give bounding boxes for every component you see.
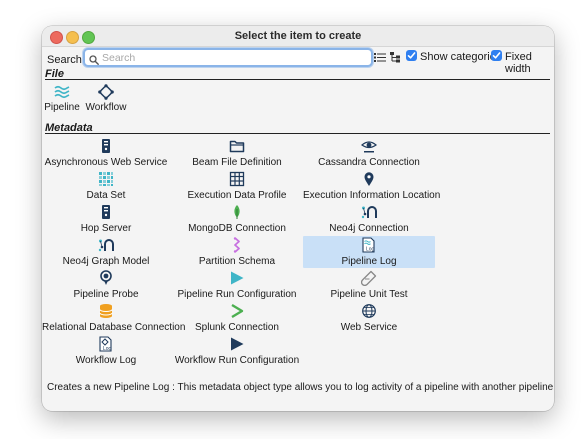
item-label: Pipeline Unit Test	[330, 289, 408, 300]
item-mongodb-connection[interactable]: MongoDB Connection	[171, 203, 303, 235]
async-web-service-icon	[98, 138, 114, 154]
item-execution-information-location[interactable]: Execution Information Location	[303, 170, 441, 202]
server-icon	[98, 204, 114, 220]
location-pin-icon	[361, 171, 377, 187]
item-neo4j-connection[interactable]: Neo4j Connection	[303, 203, 435, 235]
pipeline-icon	[54, 84, 70, 100]
item-description: Creates a new Pipeline Log : This metada…	[47, 382, 554, 393]
item-neo4j-graph-model[interactable]: Neo4j Graph Model	[42, 236, 170, 268]
item-label: Data Set	[86, 190, 126, 201]
create-item-dialog: Select the item to create Search: Search…	[42, 26, 554, 411]
item-asynchronous-web-service[interactable]: Asynchronous Web Service	[42, 137, 170, 169]
data-set-icon	[98, 171, 114, 187]
item-partition-schema[interactable]: Partition Schema	[171, 236, 303, 268]
item-data-set[interactable]: Data Set	[42, 170, 170, 202]
file-section-divider	[45, 79, 550, 80]
item-label: Execution Data Profile	[187, 190, 287, 201]
item-label: Workflow	[85, 102, 127, 113]
partition-icon	[229, 237, 245, 253]
item-workflow-log[interactable]: Log Workflow Log	[42, 335, 170, 367]
item-label: Neo4j Graph Model	[62, 256, 150, 267]
item-label: Relational Database Connection	[42, 322, 186, 333]
item-label: Workflow Log	[75, 355, 137, 366]
item-pipeline[interactable]: Pipeline	[42, 82, 82, 116]
item-label: Splunk Connection	[195, 322, 279, 333]
item-hop-server[interactable]: Hop Server	[42, 203, 170, 235]
workflow-icon	[98, 84, 114, 100]
item-label: Partition Schema	[198, 256, 276, 267]
item-cassandra-connection[interactable]: Cassandra Connection	[303, 137, 435, 169]
item-label: Pipeline Log	[341, 256, 397, 267]
item-label: Pipeline Probe	[73, 289, 139, 300]
search-toolbar: Search: Search Show categories Fixed wid…	[42, 46, 554, 75]
item-relational-database-connection[interactable]: Relational Database Connection	[42, 302, 186, 334]
item-pipeline-log[interactable]: Log Pipeline Log	[303, 236, 435, 268]
item-label: Workflow Run Configuration	[174, 355, 300, 366]
item-label: Web Service	[340, 322, 398, 333]
svg-text:Log: Log	[366, 247, 375, 253]
item-label: Hop Server	[80, 223, 132, 234]
list-view-icon[interactable]	[374, 50, 386, 68]
search-label: Search:	[47, 54, 85, 66]
search-input[interactable]	[102, 50, 362, 65]
show-categories-label[interactable]: Show categories	[420, 51, 501, 63]
fixed-width-label[interactable]: Fixed width	[505, 51, 554, 75]
item-execution-data-profile[interactable]: Execution Data Profile	[171, 170, 303, 202]
item-beam-file-definition[interactable]: Beam File Definition	[171, 137, 303, 169]
fixed-width-checkbox[interactable]	[491, 50, 502, 61]
item-label: MongoDB Connection	[188, 223, 286, 234]
item-splunk-connection[interactable]: Splunk Connection	[171, 302, 303, 334]
item-pipeline-unit-test[interactable]: Pipeline Unit Test	[303, 269, 435, 301]
probe-icon	[98, 270, 114, 286]
metadata-section-divider	[45, 133, 550, 134]
item-label: Asynchronous Web Service	[44, 157, 168, 168]
search-icon	[89, 52, 99, 70]
tree-view-icon[interactable]	[390, 50, 402, 68]
folder-icon	[229, 138, 245, 154]
pipeline-log-icon: Log	[361, 237, 377, 253]
data-profile-grid-icon	[229, 171, 245, 187]
item-label: Pipeline Run Configuration	[177, 289, 297, 300]
item-label: Pipeline	[44, 102, 80, 113]
item-label: Cassandra Connection	[318, 157, 420, 168]
neo4j-graph-icon	[98, 237, 114, 253]
item-label: Beam File Definition	[192, 157, 282, 168]
test-tube-icon	[360, 270, 377, 287]
mongodb-leaf-icon	[229, 204, 245, 220]
item-workflow-run-configuration[interactable]: Workflow Run Configuration	[171, 335, 303, 367]
window-title: Select the item to create	[234, 30, 362, 42]
item-workflow[interactable]: Workflow	[84, 82, 128, 116]
cassandra-eye-icon	[361, 138, 377, 154]
database-icon	[98, 303, 114, 319]
show-categories-checkbox[interactable]	[406, 50, 417, 61]
splunk-chevron-icon	[229, 303, 245, 319]
item-web-service[interactable]: Web Service	[303, 302, 435, 334]
play-triangle-icon	[229, 270, 245, 286]
item-pipeline-run-configuration[interactable]: Pipeline Run Configuration	[171, 269, 303, 301]
search-field[interactable]	[83, 48, 373, 67]
play-dark-icon	[229, 336, 245, 352]
item-label: Execution Information Location	[303, 190, 441, 201]
title-bar[interactable]: Select the item to create	[42, 26, 554, 47]
workflow-log-icon: Log	[98, 336, 114, 352]
neo4j-icon	[361, 204, 377, 220]
web-service-globe-icon	[361, 303, 377, 319]
item-label: Neo4j Connection	[329, 223, 409, 234]
item-pipeline-probe[interactable]: Pipeline Probe	[42, 269, 170, 301]
svg-text:Log: Log	[103, 346, 112, 352]
